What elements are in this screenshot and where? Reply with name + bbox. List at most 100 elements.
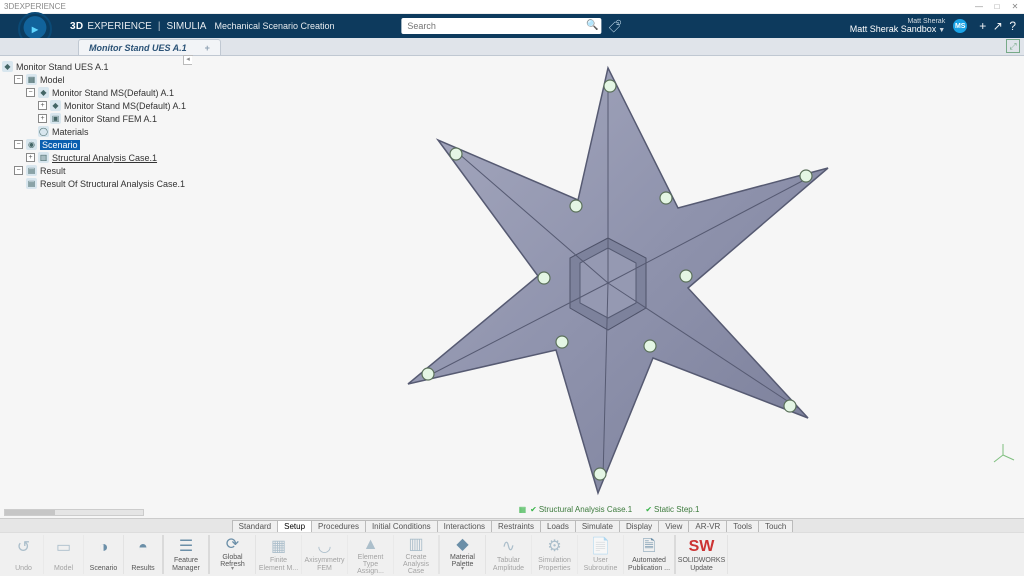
user-sandbox: Matt Sherak Sandbox: [850, 24, 937, 34]
create-analysis-button[interactable]: ▥Create Analysis Case: [394, 535, 440, 574]
chevron-down-icon: ▼: [938, 27, 945, 34]
mesh-icon: ▦: [271, 537, 286, 557]
document-tab[interactable]: Monitor Stand UES A.1 +: [78, 39, 221, 55]
axisymmetry-button[interactable]: ◡Axisymmetry FEM: [302, 535, 348, 574]
collapse-icon[interactable]: −: [26, 88, 35, 97]
tree-node-fem[interactable]: +▣Monitor Stand FEM A.1: [2, 112, 190, 125]
status-chip-1: Structural Analysis Case.1: [539, 505, 632, 514]
tab-label: Monitor Stand UES A.1: [89, 43, 187, 53]
undo-button[interactable]: ↺Undo: [4, 535, 44, 574]
gear-icon: ⚙: [547, 537, 561, 557]
share-icon[interactable]: ↗: [993, 19, 1003, 33]
element-type-icon: ▲: [363, 537, 379, 554]
tab-standard[interactable]: Standard: [232, 520, 278, 532]
expand-icon[interactable]: +: [38, 114, 47, 123]
status-line: ▦✔Structural Analysis Case.1 ✔Static Ste…: [192, 505, 1024, 514]
tab-simulate[interactable]: Simulate: [575, 520, 620, 532]
tree-node-result[interactable]: −▤Result: [2, 164, 190, 177]
subroutine-icon: 📄: [591, 537, 611, 557]
check-icon: ✔: [530, 505, 537, 514]
close-button[interactable]: ✕: [1010, 2, 1020, 11]
part-icon: ◆: [2, 61, 13, 72]
feature-manager-button[interactable]: ☰Feature Manager: [164, 535, 210, 574]
scenario-icon: ◉: [26, 139, 37, 150]
help-icon[interactable]: ?: [1009, 19, 1016, 33]
spec-tree: ◂ ◆Monitor Stand UES A.1 −▦Model −◆Monit…: [0, 56, 192, 518]
user-block[interactable]: Matt Sherak Matt Sherak Sandbox▼: [850, 18, 946, 34]
scenario-button[interactable]: ◑Scenario: [84, 535, 124, 574]
automated-publication-button[interactable]: 🗎Automated Publication ...: [624, 535, 676, 574]
tree-node-part-child[interactable]: +◆Monitor Stand MS(Default) A.1: [2, 99, 190, 112]
tree-node-part[interactable]: −◆Monitor Stand MS(Default) A.1: [2, 86, 190, 99]
tag-icon[interactable]: 🏷: [608, 18, 622, 33]
tree-scrollbar[interactable]: [4, 509, 144, 516]
tab-initial-conditions[interactable]: Initial Conditions: [365, 520, 438, 532]
expand-icon[interactable]: +: [26, 153, 35, 162]
tab-restraints[interactable]: Restraints: [491, 520, 541, 532]
result-icon: ▤: [26, 178, 37, 189]
tree-node-root[interactable]: ◆Monitor Stand UES A.1: [2, 60, 190, 73]
status-chip-1-icon: ▦: [519, 505, 527, 514]
simulation-props-button[interactable]: ⚙Simulation Properties: [532, 535, 578, 574]
results-button[interactable]: ◓Results: [124, 535, 164, 574]
collapse-icon[interactable]: −: [14, 140, 23, 149]
search-icon[interactable]: 🔍: [586, 20, 598, 31]
expand-icon[interactable]: +: [38, 101, 47, 110]
user-subroutine-button[interactable]: 📄User Subroutine: [578, 535, 624, 574]
finite-element-button[interactable]: ▦Finite Element M...: [256, 535, 302, 574]
maximize-button[interactable]: □: [992, 2, 1002, 11]
app-title: 3DEXPERIENCE: [4, 2, 66, 11]
tree-node-model[interactable]: −▦Model: [2, 73, 190, 86]
os-title-bar: 3DEXPERIENCE — □ ✕: [0, 0, 1024, 14]
view-axis-triad[interactable]: [990, 442, 1016, 468]
minimize-button[interactable]: —: [974, 2, 984, 11]
axisymmetry-icon: ◡: [318, 537, 332, 557]
search-input[interactable]: [401, 18, 601, 34]
analysis-case-icon: ▥: [408, 537, 423, 554]
expand-view-button[interactable]: ⤢: [1006, 39, 1020, 53]
result-icon: ▤: [26, 165, 37, 176]
new-tab-button[interactable]: +: [205, 43, 210, 53]
status-chip-2: Static Step.1: [654, 505, 699, 514]
material-icon: ◆: [456, 537, 468, 554]
analysis-icon: ▥: [38, 152, 49, 163]
material-palette-button[interactable]: ◆Material Palette▾: [440, 535, 486, 574]
results-icon: ◓: [138, 537, 148, 559]
tabular-amplitude-button[interactable]: ∿Tabular Amplitude: [486, 535, 532, 574]
model-graphic: [378, 58, 838, 498]
tab-procedures[interactable]: Procedures: [311, 520, 366, 532]
tree-node-materials[interactable]: ◯Materials: [2, 125, 190, 138]
brand-block: 3DEXPERIENCE | SIMULIA Mechanical Scenar…: [70, 21, 335, 32]
add-icon[interactable]: +: [979, 19, 986, 33]
tab-touch[interactable]: Touch: [758, 520, 793, 532]
search-wrap: 🔍 🏷: [401, 18, 622, 34]
tab-tools[interactable]: Tools: [726, 520, 759, 532]
tab-view[interactable]: View: [658, 520, 689, 532]
collapse-icon[interactable]: −: [14, 166, 23, 175]
model-icon: ▭: [56, 537, 71, 559]
avatar[interactable]: MS: [953, 19, 967, 33]
model-button[interactable]: ▭Model: [44, 535, 84, 574]
tree-node-result-item[interactable]: ▤Result Of Structural Analysis Case.1: [2, 177, 190, 190]
element-type-button[interactable]: ▲Element Type Assign...: [348, 535, 394, 574]
brand-sep: |: [158, 21, 161, 32]
tab-setup[interactable]: Setup: [277, 520, 312, 532]
3d-viewport[interactable]: ▦✔Structural Analysis Case.1 ✔Static Ste…: [192, 56, 1024, 518]
suite-name: SIMULIA: [166, 21, 206, 32]
part-icon: ◆: [38, 87, 49, 98]
top-banner: ▶ 3DEXPERIENCE | SIMULIA Mechanical Scen…: [0, 14, 1024, 38]
undo-icon: ↺: [17, 537, 30, 559]
check-icon: ✔: [645, 505, 652, 514]
solidworks-update-button[interactable]: SWSOLIDWORKS Update: [676, 535, 728, 574]
user-name-top: Matt Sherak: [850, 18, 946, 25]
tree-node-analysis-case[interactable]: +▥Structural Analysis Case.1: [2, 151, 190, 164]
brand-bold: 3D: [70, 21, 83, 32]
tab-loads[interactable]: Loads: [540, 520, 576, 532]
tab-display[interactable]: Display: [619, 520, 659, 532]
tree-node-scenario[interactable]: −◉Scenario: [2, 138, 190, 151]
global-refresh-button[interactable]: ⟳Global Refresh▾: [210, 535, 256, 574]
document-tab-bar: Monitor Stand UES A.1 + ⤢: [0, 38, 1024, 56]
tab-ar-vr[interactable]: AR-VR: [688, 520, 727, 532]
collapse-icon[interactable]: −: [14, 75, 23, 84]
tab-interactions[interactable]: Interactions: [437, 520, 492, 532]
